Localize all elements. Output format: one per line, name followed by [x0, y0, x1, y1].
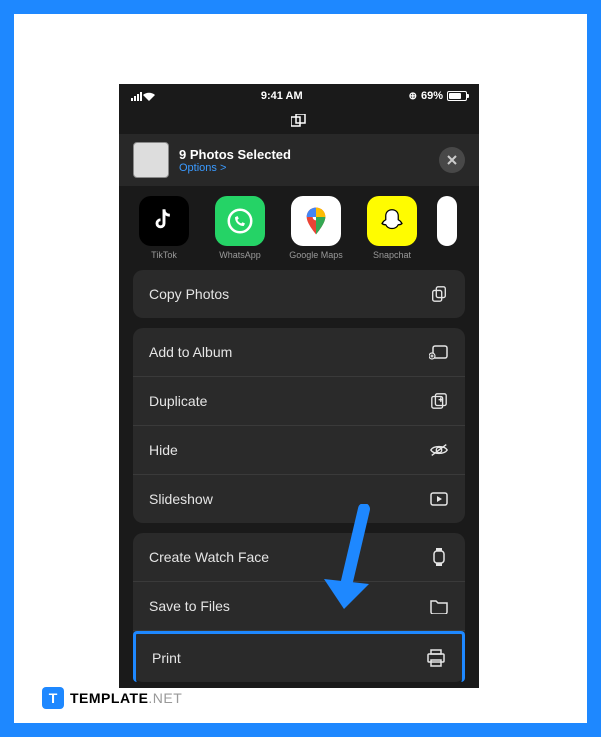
battery-icon	[447, 91, 467, 101]
app-snapchat[interactable]: Snapchat	[361, 196, 423, 260]
watch-icon	[429, 547, 449, 567]
save-to-files-action[interactable]: Save to Files	[133, 582, 465, 631]
options-link[interactable]: Options >	[179, 162, 439, 174]
partial-icon	[437, 196, 457, 246]
googlemaps-icon	[291, 196, 341, 246]
signal-icon	[131, 92, 142, 101]
wifi-icon	[143, 92, 155, 101]
collapse-icon[interactable]	[119, 108, 479, 134]
outer-frame: 9:41 AM ⊕ 69% 9 Photos Selected Options …	[0, 0, 601, 737]
close-button[interactable]	[439, 147, 465, 173]
app-tiktok[interactable]: TikTok	[133, 196, 195, 260]
app-googlemaps[interactable]: Google Maps	[285, 196, 347, 260]
folder-icon	[429, 596, 449, 616]
action-group-1: Copy Photos	[133, 270, 465, 318]
logo-text: TEMPLATE.NET	[70, 690, 182, 706]
action-group-2: Add to Album Duplicate Hide Slideshow	[133, 328, 465, 523]
tiktok-icon	[139, 196, 189, 246]
logo-icon: T	[42, 687, 64, 709]
create-watch-face-action[interactable]: Create Watch Face	[133, 533, 465, 582]
slideshow-icon	[429, 489, 449, 509]
status-bar: 9:41 AM ⊕ 69%	[119, 84, 479, 108]
album-icon	[429, 342, 449, 362]
app-whatsapp[interactable]: WhatsApp	[209, 196, 271, 260]
add-to-album-action[interactable]: Add to Album	[133, 328, 465, 377]
close-icon	[447, 155, 457, 165]
app-share-row: TikTok WhatsApp Google Maps Snapchat	[119, 186, 479, 270]
whatsapp-icon	[215, 196, 265, 246]
snapchat-icon	[367, 196, 417, 246]
branding: T TEMPLATE.NET	[42, 687, 182, 709]
selection-title: 9 Photos Selected	[179, 147, 439, 162]
copy-icon	[429, 284, 449, 304]
photo-thumbnail	[133, 142, 169, 178]
copy-photos-action[interactable]: Copy Photos	[133, 270, 465, 318]
share-header: 9 Photos Selected Options >	[119, 134, 479, 186]
action-group-3: Create Watch Face Save to Files Print	[133, 533, 465, 682]
print-icon	[426, 648, 446, 668]
phone-screen: 9:41 AM ⊕ 69% 9 Photos Selected Options …	[119, 84, 479, 688]
action-list: Copy Photos Add to Album Duplicate Hide	[119, 270, 479, 682]
slideshow-action[interactable]: Slideshow	[133, 475, 465, 523]
signal-wifi	[131, 92, 155, 101]
app-partial[interactable]	[437, 196, 457, 260]
hide-action[interactable]: Hide	[133, 426, 465, 475]
duplicate-action[interactable]: Duplicate	[133, 377, 465, 426]
battery-status: ⊕ 69%	[409, 90, 467, 102]
duplicate-icon	[429, 391, 449, 411]
print-action[interactable]: Print	[133, 631, 465, 682]
hide-icon	[429, 440, 449, 460]
clock: 9:41 AM	[261, 90, 303, 102]
